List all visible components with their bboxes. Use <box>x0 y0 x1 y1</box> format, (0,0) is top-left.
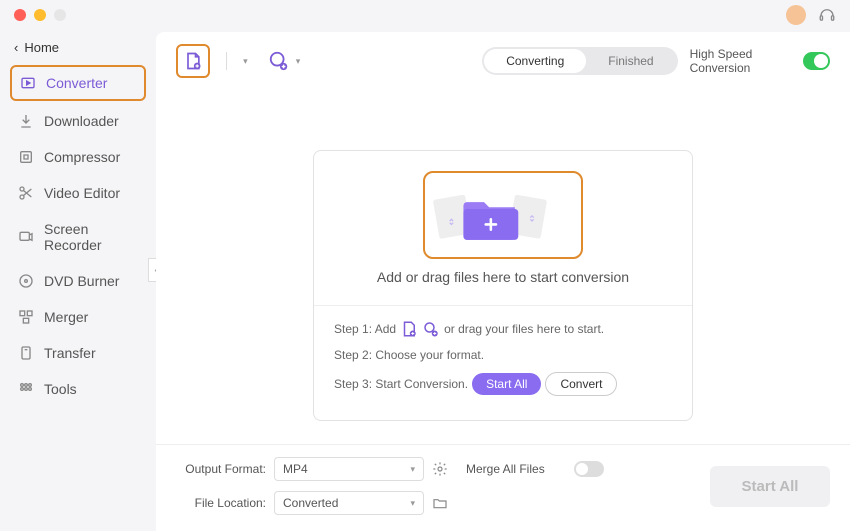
converter-icon <box>20 75 36 91</box>
transfer-icon <box>18 345 34 361</box>
dropzone-text: Add or drag files here to start conversi… <box>344 269 662 285</box>
window-controls <box>14 9 66 21</box>
merge-icon <box>18 309 34 325</box>
file-location-label: File Location: <box>176 496 266 510</box>
sidebar-item-label: Downloader <box>44 113 119 129</box>
scissors-icon <box>18 185 34 201</box>
support-icon[interactable] <box>818 6 836 24</box>
add-file-dropdown[interactable]: ▾ <box>243 56 248 67</box>
sidebar-item-tools[interactable]: Tools <box>10 373 146 405</box>
sidebar-item-label: Merger <box>44 309 88 325</box>
step1-prefix: Step 1: Add <box>334 322 396 336</box>
url-add-icon <box>422 320 440 338</box>
content: ▾ ▾ Converting Finished High Speed Conve… <box>156 32 850 531</box>
steps: Step 1: Add or drag your files here to s… <box>314 305 692 420</box>
chevron-down-icon: ▾ <box>296 56 301 67</box>
folder-icon[interactable] <box>432 495 458 511</box>
back-label: Home <box>24 40 59 55</box>
merge-label: Merge All Files <box>466 462 566 476</box>
sidebar-item-compressor[interactable]: Compressor <box>10 141 146 173</box>
chevron-down-icon: ▾ <box>410 464 415 475</box>
start-all-inline-button[interactable]: Start All <box>472 373 541 395</box>
convert-inline-button[interactable]: Convert <box>545 372 617 396</box>
sidebar-item-label: Compressor <box>44 149 120 165</box>
sidebar-item-label: Tools <box>44 381 77 397</box>
output-format-select[interactable]: MP4 ▾ <box>274 457 424 481</box>
step-1: Step 1: Add or drag your files here to s… <box>334 320 672 338</box>
step-2: Step 2: Choose your format. <box>334 348 672 362</box>
merge-toggle[interactable] <box>574 461 604 477</box>
footer: Output Format: MP4 ▾ Merge All Files Sta… <box>156 444 850 531</box>
sidebar-item-label: Converter <box>46 75 107 91</box>
tab-converting[interactable]: Converting <box>484 49 586 73</box>
file-location-select[interactable]: Converted ▾ <box>274 491 424 515</box>
file-location-value: Converted <box>283 496 338 510</box>
minimize-window[interactable] <box>34 9 46 21</box>
speed-toggle-row: High Speed Conversion <box>690 47 830 75</box>
sidebar-item-video-editor[interactable]: Video Editor <box>10 177 146 209</box>
close-window[interactable] <box>14 9 26 21</box>
maximize-window[interactable] <box>54 9 66 21</box>
dropzone[interactable]: Add or drag files here to start conversi… <box>313 150 693 421</box>
sidebar-item-downloader[interactable]: Downloader <box>10 105 146 137</box>
separator <box>226 52 227 70</box>
sidebar-item-label: Screen Recorder <box>44 221 138 253</box>
speed-label: High Speed Conversion <box>690 47 796 75</box>
download-icon <box>18 113 34 129</box>
tab-finished[interactable]: Finished <box>586 49 675 73</box>
disc-icon <box>18 273 34 289</box>
chevron-down-icon: ▾ <box>410 498 415 509</box>
sidebar-item-label: Video Editor <box>44 185 120 201</box>
step3-prefix: Step 3: Start Conversion. <box>334 377 468 391</box>
status-tabs: Converting Finished <box>482 47 677 75</box>
record-icon <box>18 229 34 245</box>
settings-icon[interactable] <box>432 461 458 477</box>
step1-suffix: or drag your files here to start. <box>444 322 604 336</box>
file-add-icon <box>400 320 418 338</box>
sidebar-item-converter[interactable]: Converter <box>10 65 146 101</box>
folder-graphic <box>423 171 583 259</box>
chevron-left-icon: ‹ <box>14 40 18 55</box>
toolbar: ▾ ▾ Converting Finished High Speed Conve… <box>156 32 850 90</box>
output-format-label: Output Format: <box>176 462 266 476</box>
sidebar-item-dvd-burner[interactable]: DVD Burner <box>10 265 146 297</box>
avatar[interactable] <box>786 5 806 25</box>
add-url-button[interactable]: ▾ <box>268 50 301 72</box>
sidebar-item-label: Transfer <box>44 345 96 361</box>
sidebar-item-label: DVD Burner <box>44 273 119 289</box>
sidebar-item-merger[interactable]: Merger <box>10 301 146 333</box>
sidebar-item-transfer[interactable]: Transfer <box>10 337 146 369</box>
titlebar <box>0 0 850 30</box>
output-format-value: MP4 <box>283 462 308 476</box>
sidebar: ‹ Home Converter Downloader Compressor <box>0 30 156 531</box>
grid-icon <box>18 381 34 397</box>
back-button[interactable]: ‹ Home <box>10 38 146 65</box>
compress-icon <box>18 149 34 165</box>
speed-toggle[interactable] <box>803 52 830 70</box>
add-file-button[interactable] <box>176 44 210 78</box>
sidebar-item-screen-recorder[interactable]: Screen Recorder <box>10 213 146 261</box>
start-all-button[interactable]: Start All <box>710 466 830 507</box>
step-3: Step 3: Start Conversion. Start All Conv… <box>334 372 672 396</box>
